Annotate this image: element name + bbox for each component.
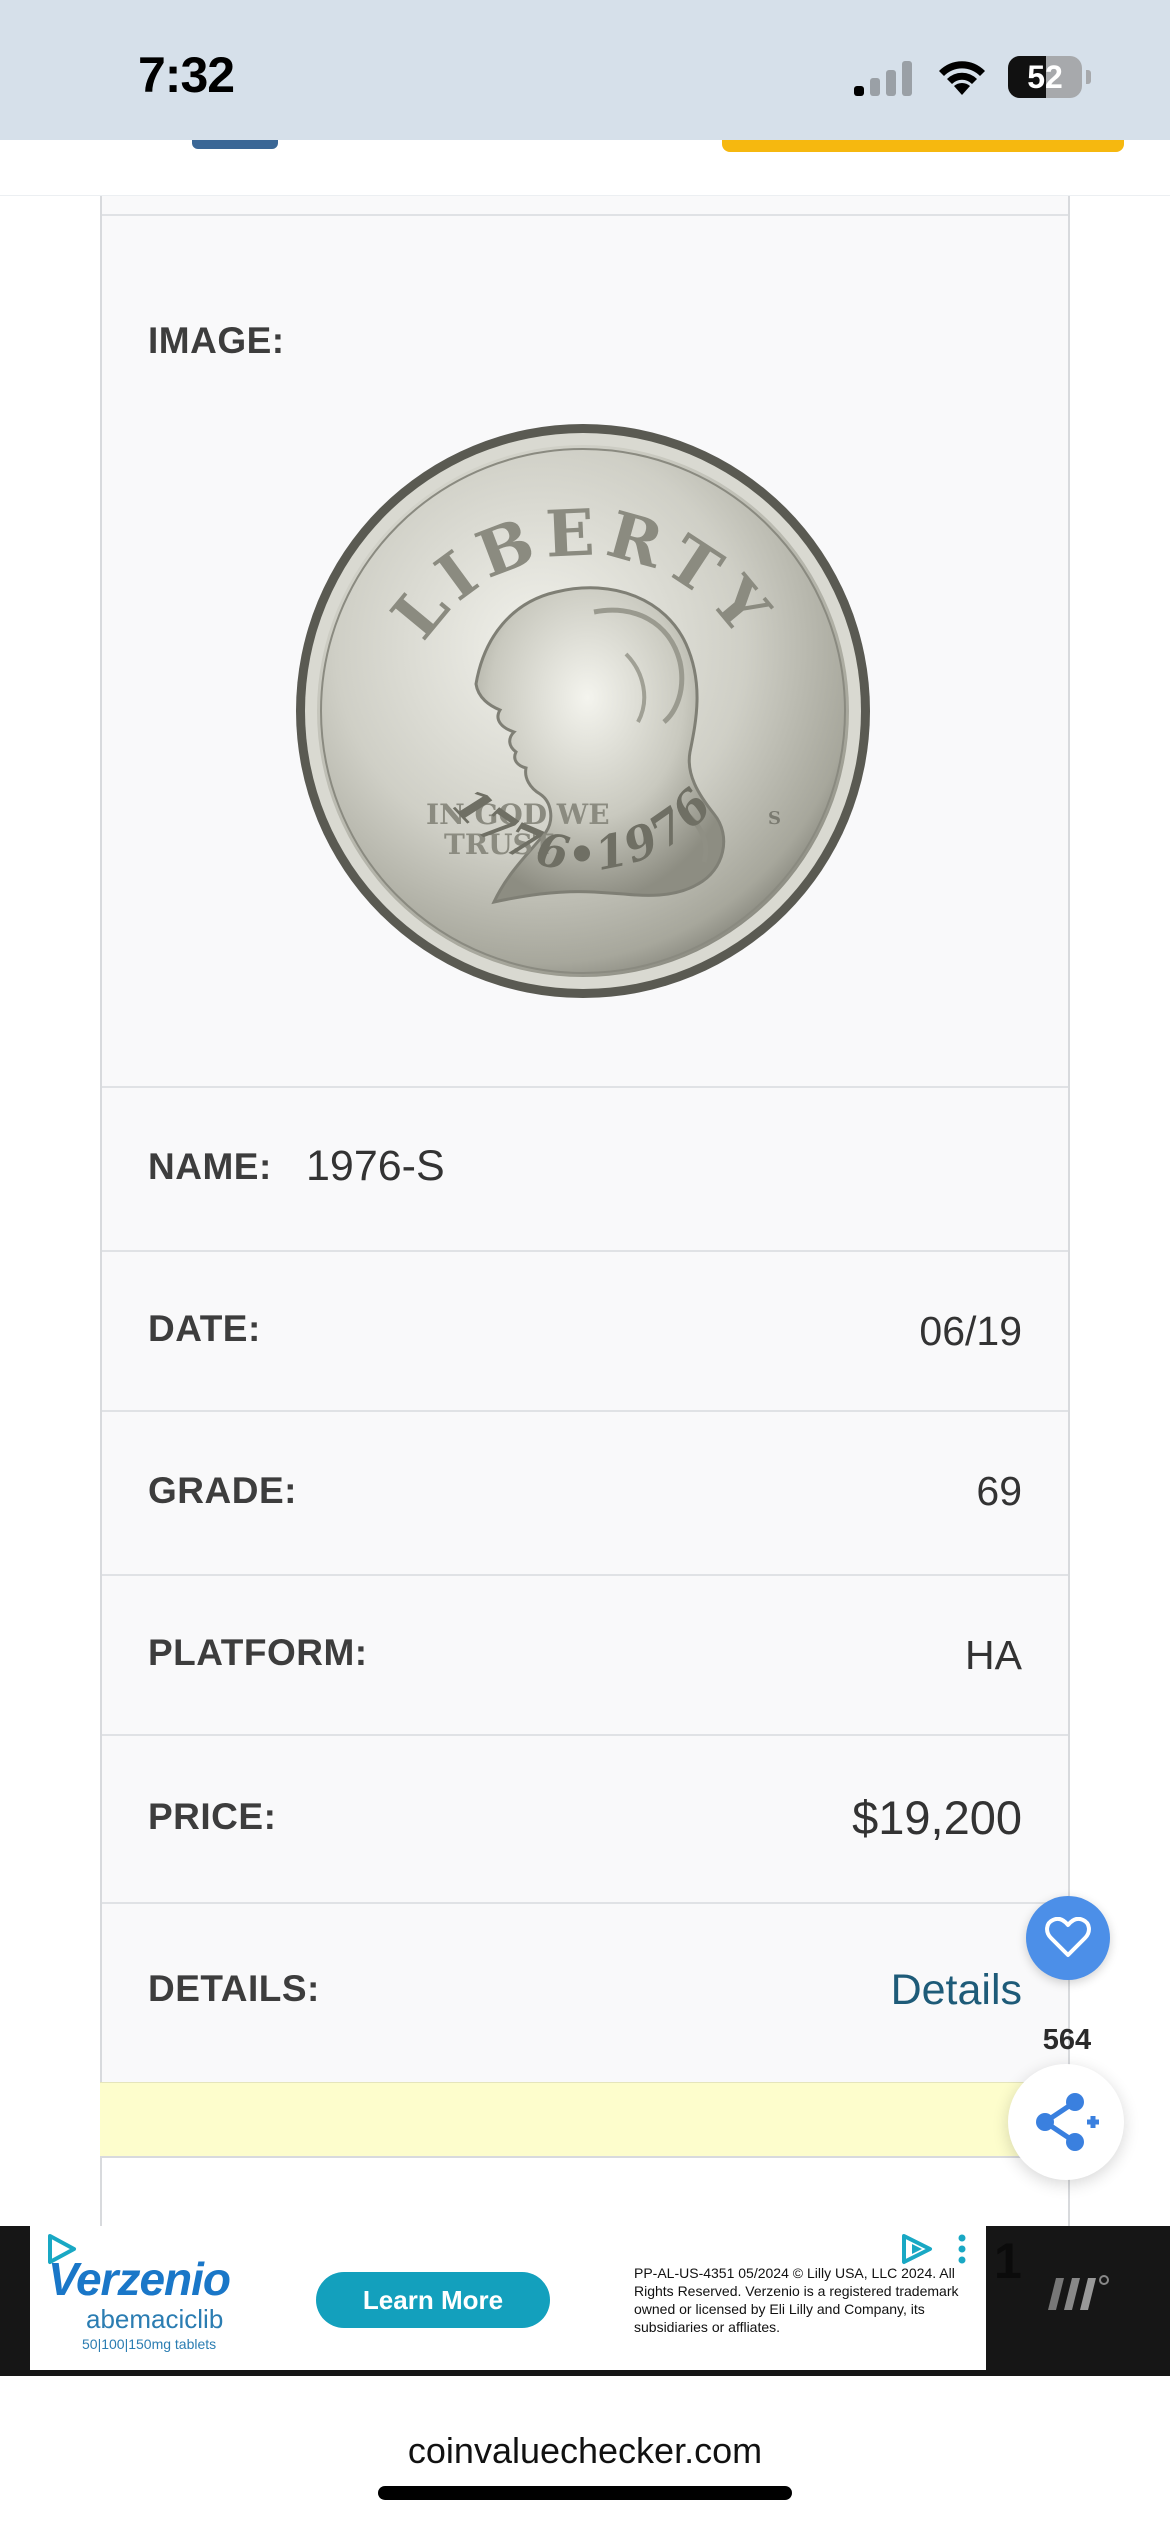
heart-icon: [1045, 1917, 1091, 1957]
coin-mint-mark: S: [768, 808, 781, 829]
ad-counter: 1: [994, 2233, 1022, 2289]
ad-strip: Verzenio abemaciclib 50|100|150mg tablet…: [0, 2226, 1170, 2376]
cellular-signal-icon: [854, 61, 912, 96]
ad-legal-text: PP-AL-US-4351 05/2024 © Lilly USA, LLC 2…: [634, 2265, 959, 2335]
coin-image: LIBERTY IN GOD WE TRUST S 1776•1976: [296, 424, 870, 998]
platform-value: HA: [965, 1632, 1022, 1678]
table-row-image: IMAGE: LIBERTY IN GOD WE TRUST S 1776•19…: [102, 214, 1068, 1086]
status-bar: 7:32 52: [0, 0, 1170, 140]
grade-label: GRADE:: [148, 1470, 297, 1511]
wifi-icon: [939, 61, 985, 95]
share-icon: [1036, 2093, 1099, 2151]
browser-url-bar[interactable]: coinvaluechecker.com: [0, 2376, 1170, 2532]
table-row-grade: GRADE: 69: [102, 1410, 1068, 1574]
share-button[interactable]: [1008, 2064, 1124, 2180]
coin-detail-table: IMAGE: LIBERTY IN GOD WE TRUST S 1776•19…: [100, 196, 1070, 2082]
ad-brand: Verzenio: [48, 2253, 231, 2305]
url-text[interactable]: coinvaluechecker.com: [0, 2430, 1170, 2472]
image-label: IMAGE:: [148, 320, 285, 361]
price-label: PRICE:: [148, 1796, 277, 1837]
ad-menu-icon[interactable]: [958, 2234, 966, 2264]
site-header: [0, 140, 1170, 196]
ad-learn-more-button[interactable]: Learn More: [316, 2272, 550, 2328]
table-row-details: DETAILS: Details: [102, 1902, 1068, 2082]
highlight-bar: [100, 2082, 1070, 2158]
date-value: 06/19: [919, 1308, 1022, 1354]
battery-icon: 52: [1008, 56, 1091, 98]
name-value: 1976-S: [306, 1142, 445, 1190]
next-table-section: [100, 2158, 1070, 2226]
status-time: 7:32: [138, 47, 235, 103]
adchoices-icon[interactable]: [896, 2232, 936, 2266]
like-button[interactable]: [1026, 1896, 1110, 1980]
price-value: $19,200: [852, 1791, 1022, 1844]
table-row-date: DATE: 06/19: [102, 1250, 1068, 1410]
ad-network-logo-icon: [1048, 2275, 1109, 2310]
table-row-name: NAME: 1976-S: [102, 1086, 1068, 1250]
details-link[interactable]: Details: [891, 1966, 1022, 2015]
ad-banner[interactable]: Verzenio abemaciclib 50|100|150mg tablet…: [30, 2226, 986, 2370]
platform-label: PLATFORM:: [148, 1632, 368, 1673]
ad-generic-name: abemaciclib: [86, 2304, 224, 2334]
name-label: NAME:: [148, 1146, 272, 1187]
home-indicator[interactable]: [378, 2486, 792, 2500]
details-label: DETAILS:: [148, 1968, 320, 2009]
header-cta-button[interactable]: [722, 140, 1124, 152]
grade-value: 69: [976, 1468, 1022, 1514]
table-row-platform: PLATFORM: HA: [102, 1574, 1068, 1734]
table-row-price: PRICE: $19,200: [102, 1734, 1068, 1902]
like-count: 564: [1042, 2024, 1092, 2056]
ad-dose: 50|100|150mg tablets: [82, 2336, 217, 2352]
battery-percent: 52: [1027, 59, 1063, 95]
site-logo[interactable]: [192, 140, 278, 149]
date-label: DATE:: [148, 1308, 261, 1349]
